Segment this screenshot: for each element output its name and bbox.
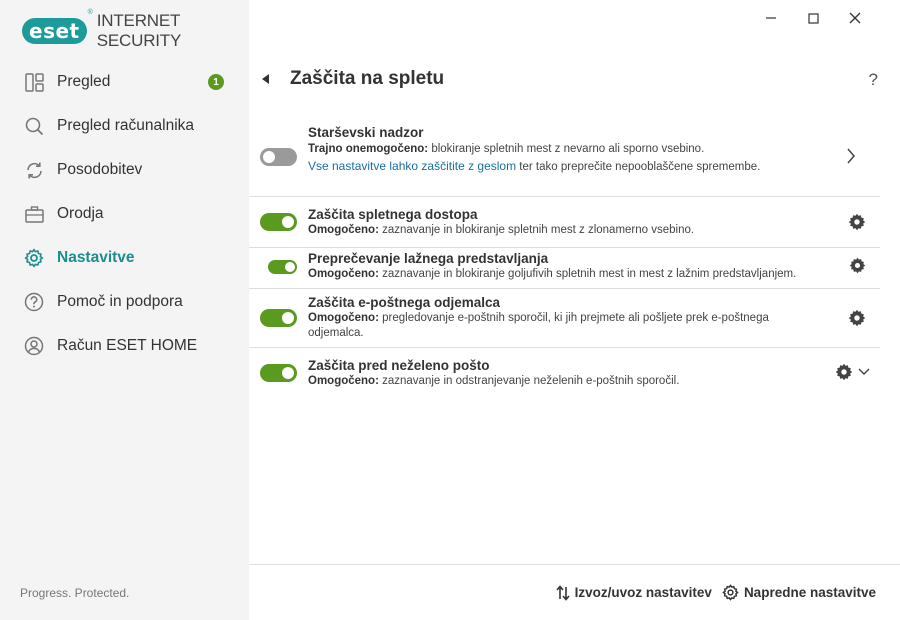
row-title: Preprečevanje lažnega predstavljanja	[308, 251, 549, 266]
setting-row-web-access: Zaščita spletnega dostopa Omogočeno: zaz…	[249, 197, 880, 248]
eset-logo: eset ® INTERNET SECURITY	[22, 9, 249, 51]
settings-list: Starševski nadzor Trajno onemogočeno: bl…	[249, 116, 880, 398]
row-content: Zaščita spletnega dostopa Omogočeno: zaz…	[308, 207, 828, 239]
account-icon	[24, 336, 44, 356]
toggle-knob	[282, 216, 294, 228]
sidebar-item-pomoc[interactable]: Pomoč in podpora	[0, 280, 249, 324]
briefcase-icon	[24, 204, 44, 224]
import-export-label: Izvoz/uvoz nastavitev	[574, 585, 712, 600]
logo-badge: eset	[22, 18, 87, 44]
chevron-right-icon[interactable]	[846, 147, 856, 165]
row-content: Zaščita e-poštnega odjemalca Omogočeno: …	[308, 295, 808, 341]
row-title: Zaščita e-poštnega odjemalca	[308, 295, 501, 310]
toggle-switch[interactable]	[260, 309, 297, 327]
help-button[interactable]: ?	[869, 70, 878, 90]
question-icon	[24, 292, 44, 312]
row-status: Omogočeno:	[308, 312, 379, 324]
row-content: Zaščita pred neželeno pošto Omogočeno: z…	[308, 358, 828, 390]
magnifier-icon	[24, 116, 44, 136]
toggle-switch[interactable]	[260, 213, 297, 231]
swap-arrows-icon	[556, 584, 570, 601]
sidebar-item-label: Posodobitev	[57, 161, 143, 178]
toggle-knob	[263, 151, 275, 163]
notification-badge: 1	[208, 74, 224, 90]
page-title: Zaščita na spletu	[290, 68, 445, 89]
row-description: Omogočeno: zaznavanje in blokiranje golj…	[308, 266, 848, 283]
sidebar-item-racun[interactable]: Račun ESET HOME	[0, 324, 249, 368]
row-desc-text: zaznavanje in blokiranje goljufivih sple…	[378, 268, 797, 280]
row-status: Omogočeno:	[308, 224, 379, 236]
sidebar-item-label: Pregled	[57, 73, 111, 90]
tagline: Progress. Protected.	[20, 586, 130, 600]
product-name: INTERNET SECURITY	[96, 11, 182, 50]
row-status: Omogočeno:	[308, 268, 379, 280]
sidebar-item-label: Pregled računalnika	[57, 117, 195, 134]
gear-icon[interactable]	[848, 213, 866, 231]
row-desc-text: blokiranje spletnih mest z nevarno ali s…	[428, 143, 705, 155]
advanced-settings-button[interactable]: Napredne nastavitve	[722, 584, 876, 601]
setting-row-parental-control: Starševski nadzor Trajno onemogočeno: bl…	[249, 116, 880, 197]
page-header: Zaščita na spletu	[261, 68, 444, 90]
chevron-down-icon[interactable]	[858, 368, 870, 376]
row-status: Trajno onemogočeno:	[308, 143, 429, 155]
setting-row-anti-phishing: Preprečevanje lažnega predstavljanja Omo…	[249, 248, 880, 289]
row-title: Starševski nadzor	[308, 125, 424, 140]
import-export-button[interactable]: Izvoz/uvoz nastavitev	[556, 584, 712, 601]
sidebar-item-pregled[interactable]: Pregled 1	[0, 60, 249, 104]
sidebar-item-label: Pomoč in podpora	[57, 293, 183, 310]
dashboard-icon	[24, 72, 44, 92]
row-content: Starševski nadzor Trajno onemogočeno: bl…	[308, 125, 788, 176]
sidebar-item-posodobitev[interactable]: Posodobitev	[0, 148, 249, 192]
toggle-knob	[282, 312, 294, 324]
row-description: Omogočeno: zaznavanje in odstranjevanje …	[308, 373, 828, 390]
toggle-switch[interactable]	[260, 364, 297, 382]
row-status: Omogočeno:	[308, 375, 379, 387]
advanced-settings-label: Napredne nastavitve	[743, 585, 876, 600]
footer-actions: Izvoz/uvoz nastavitev Napredne nastavitv…	[556, 584, 876, 601]
sidebar-item-nastavitve[interactable]: Nastavitve	[0, 236, 249, 280]
toggle-switch[interactable]	[268, 260, 297, 274]
sidebar: eset ® INTERNET SECURITY Pregled 1 Pregl…	[0, 0, 249, 620]
password-protect-link[interactable]: Vse nastavitve lahko zaščitite z geslom	[308, 159, 516, 173]
sidebar-item-pregled-racunalnika[interactable]: Pregled računalnika	[0, 104, 249, 148]
logo-registered-mark: ®	[87, 9, 93, 16]
gear-icon[interactable]	[848, 309, 866, 327]
toggle-switch[interactable]	[260, 148, 297, 166]
sidebar-item-label: Orodja	[57, 205, 104, 222]
gear-icon	[24, 248, 44, 268]
row-description: Trajno onemogočeno: blokiranje spletnih …	[308, 141, 788, 176]
back-arrow-icon[interactable]	[261, 72, 273, 86]
sidebar-item-label: Račun ESET HOME	[57, 337, 198, 354]
toggle-knob	[285, 262, 295, 272]
row-desc-text-after: ter tako preprečite nepooblaščene spreme…	[516, 161, 761, 173]
setting-row-antispam: Zaščita pred neželeno pošto Omogočeno: z…	[249, 348, 880, 398]
gear-icon[interactable]	[849, 257, 866, 274]
row-description: Omogočeno: pregledovanje e-poštnih sporo…	[308, 311, 808, 341]
refresh-icon	[24, 160, 44, 180]
sidebar-item-orodja[interactable]: Orodja	[0, 192, 249, 236]
footer-divider	[249, 564, 900, 565]
sidebar-item-label: Nastavitve	[57, 249, 135, 266]
row-title: Zaščita spletnega dostopa	[308, 207, 478, 222]
toggle-knob	[282, 367, 294, 379]
gear-icon	[722, 584, 739, 601]
sidebar-nav: Pregled 1 Pregled računalnika Posodobite…	[0, 60, 249, 368]
row-title: Zaščita pred neželeno pošto	[308, 358, 490, 373]
gear-icon[interactable]	[835, 363, 853, 381]
row-desc-text: zaznavanje in odstranjevanje neželenih e…	[378, 375, 680, 387]
row-desc-text: zaznavanje in blokiranje spletnih mest z…	[378, 224, 695, 236]
row-description: Omogočeno: zaznavanje in blokiranje sple…	[308, 222, 828, 239]
row-content: Preprečevanje lažnega predstavljanja Omo…	[308, 251, 848, 283]
setting-row-email-client: Zaščita e-poštnega odjemalca Omogočeno: …	[249, 289, 880, 348]
main-panel: Zaščita na spletu ? Starševski nadzor Tr…	[249, 0, 900, 620]
